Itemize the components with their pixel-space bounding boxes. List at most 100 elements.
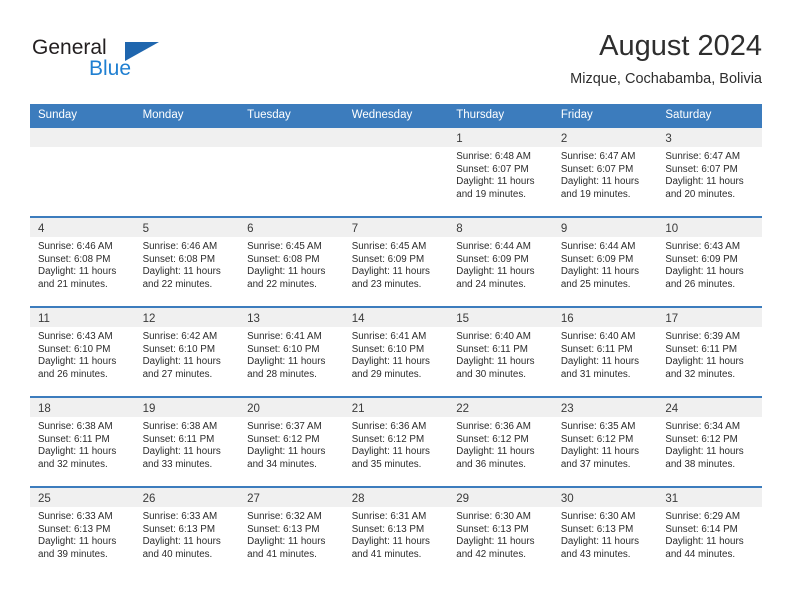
day-details: Sunrise: 6:41 AM Sunset: 6:10 PM Daylight:…	[239, 327, 344, 381]
daylight-text-line1: Daylight: 11 hours	[38, 446, 117, 458]
daylight-text-line1: Daylight: 11 hours	[456, 536, 535, 548]
sunset-text: Sunset: 6:13 PM	[351, 523, 425, 535]
title-block: August 2024 Mizque, Cochabamba, Bolivia	[570, 28, 762, 90]
calendar-day-cell[interactable]: 12 Sunrise: 6:42 AM Sunset: 6:10 PM Dayligh…	[134, 306, 240, 397]
sunset-text: Sunset: 6:08 PM	[38, 253, 111, 265]
calendar-day-cell[interactable]: 7 Sunrise: 6:45 AM Sunset: 6:09 PM Daylight…	[343, 216, 449, 307]
daylight-text-line1: Daylight: 11 hours	[38, 356, 117, 368]
daylight-text-line2: and 22 minutes.	[247, 278, 317, 290]
calendar-day-cell[interactable]: 28 Sunrise: 6:31 AM Sunset: 6:13 PM Dayligh…	[343, 486, 449, 576]
calendar-day-cell[interactable]: 16 Sunrise: 6:40 AM Sunset: 6:11 PM Dayligh…	[552, 306, 658, 397]
daylight-text-line1: Daylight: 11 hours	[247, 356, 326, 368]
day-number-band: 31	[657, 488, 762, 507]
day-number-band: 16	[552, 308, 658, 327]
daylight-text-line1: Daylight: 11 hours	[560, 536, 640, 548]
weekday-header-row: Sunday Monday Tuesday Wednesday Thursday…	[30, 104, 762, 127]
day-number: 11	[38, 313, 50, 325]
daylight-text-line2: and 42 minutes.	[456, 548, 526, 560]
calendar-day-cell[interactable]: 3 Sunrise: 6:47 AM Sunset: 6:07 PM Daylight…	[657, 126, 762, 217]
daylight-text-line1: Daylight: 11 hours	[351, 266, 430, 278]
day-number-band: 29	[448, 488, 553, 507]
calendar-day-cell[interactable]: 8 Sunrise: 6:44 AM Sunset: 6:09 PM Daylight…	[448, 216, 553, 307]
calendar-page: General Blue August 2024 Mizque, Cochaba…	[0, 0, 792, 612]
day-details: Sunrise: 6:45 AM Sunset: 6:08 PM Daylight:…	[239, 237, 344, 291]
daylight-text-line2: and 23 minutes.	[351, 278, 422, 290]
calendar-day-cell[interactable]: 31 Sunrise: 6:29 AM Sunset: 6:14 PM Dayligh…	[657, 486, 762, 576]
calendar-day-cell[interactable]: 26 Sunrise: 6:33 AM Sunset: 6:13 PM Dayligh…	[134, 486, 240, 576]
day-details: Sunrise: 6:48 AM Sunset: 6:07 PM Daylight:…	[448, 147, 553, 201]
sunset-text: Sunset: 6:07 PM	[456, 163, 529, 175]
calendar-day-cell[interactable]: 20 Sunrise: 6:37 AM Sunset: 6:12 PM Dayligh…	[239, 396, 344, 487]
calendar-day-cell[interactable]: 22 Sunrise: 6:36 AM Sunset: 6:12 PM Dayligh…	[448, 396, 553, 487]
sunrise-text: Sunrise: 6:39 AM	[665, 331, 740, 342]
calendar-day-cell[interactable]: 18 Sunrise: 6:38 AM Sunset: 6:11 PM Dayligh…	[30, 396, 135, 487]
daylight-text-line1: Daylight: 11 hours	[456, 356, 535, 368]
logo-text-blue: Blue	[89, 57, 132, 80]
calendar-day-cell-empty	[30, 126, 135, 217]
day-number-band: 21	[343, 398, 449, 417]
sunset-text: Sunset: 6:11 PM	[456, 343, 528, 355]
day-number-band: 14	[343, 308, 449, 327]
calendar-day-cell[interactable]: 10 Sunrise: 6:43 AM Sunset: 6:09 PM Dayligh…	[657, 216, 762, 307]
calendar-day-cell[interactable]: 17 Sunrise: 6:39 AM Sunset: 6:11 PM Dayligh…	[657, 306, 762, 397]
calendar-day-cell[interactable]: 4 Sunrise: 6:46 AM Sunset: 6:08 PM Daylight…	[30, 216, 135, 307]
day-details: Sunrise: 6:30 AM Sunset: 6:13 PM Daylight:…	[448, 507, 553, 561]
daylight-text-line1: Daylight: 11 hours	[665, 446, 744, 458]
day-details: Sunrise: 6:29 AM Sunset: 6:14 PM Daylight:…	[657, 507, 762, 561]
day-number: 21	[351, 403, 365, 415]
day-number-band: 26	[134, 488, 240, 507]
calendar-day-cell[interactable]: 30 Sunrise: 6:30 AM Sunset: 6:13 PM Dayligh…	[552, 486, 658, 576]
calendar-day-cell[interactable]: 11 Sunrise: 6:43 AM Sunset: 6:10 PM Dayligh…	[30, 306, 135, 397]
calendar-day-cell[interactable]: 15 Sunrise: 6:40 AM Sunset: 6:11 PM Dayligh…	[448, 306, 553, 397]
calendar-week-row: 4 Sunrise: 6:46 AM Sunset: 6:08 PM Daylight…	[30, 216, 762, 307]
calendar-day-cell[interactable]: 14 Sunrise: 6:41 AM Sunset: 6:10 PM Dayligh…	[343, 306, 449, 397]
calendar-week-row: 1 Sunrise: 6:48 AM Sunset: 6:07 PM Daylight…	[30, 126, 762, 217]
calendar-day-cell[interactable]: 19 Sunrise: 6:38 AM Sunset: 6:11 PM Dayligh…	[134, 396, 240, 487]
calendar-day-cell[interactable]: 6 Sunrise: 6:45 AM Sunset: 6:08 PM Daylight…	[239, 216, 344, 307]
day-number: 8	[456, 223, 463, 235]
calendar-day-cell[interactable]: 13 Sunrise: 6:41 AM Sunset: 6:10 PM Dayligh…	[239, 306, 344, 397]
day-number-band: 1	[448, 128, 553, 147]
sunset-text: Sunset: 6:13 PM	[247, 523, 320, 535]
calendar-day-cell[interactable]: 5 Sunrise: 6:46 AM Sunset: 6:08 PM Daylight…	[134, 216, 240, 307]
daylight-text-line2: and 41 minutes.	[351, 548, 422, 560]
day-details: Sunrise: 6:47 AM Sunset: 6:07 PM Daylight:…	[553, 147, 658, 201]
day-number-band: 24	[657, 398, 762, 417]
calendar-day-cell[interactable]: 9 Sunrise: 6:44 AM Sunset: 6:09 PM Daylight…	[552, 216, 658, 307]
day-details: Sunrise: 6:33 AM Sunset: 6:13 PM Daylight:…	[135, 507, 240, 561]
sunrise-text: Sunrise: 6:47 AM	[560, 151, 636, 162]
calendar-day-cell[interactable]: 21 Sunrise: 6:36 AM Sunset: 6:12 PM Dayligh…	[343, 396, 449, 487]
sunrise-text: Sunrise: 6:35 AM	[560, 421, 636, 432]
sunset-text: Sunset: 6:11 PM	[560, 343, 633, 355]
calendar-day-cell[interactable]: 2 Sunrise: 6:47 AM Sunset: 6:07 PM Daylight…	[552, 126, 658, 217]
day-number-band: 13	[239, 308, 344, 327]
calendar-day-cell[interactable]: 23 Sunrise: 6:35 AM Sunset: 6:12 PM Dayligh…	[552, 396, 658, 487]
day-number: 30	[560, 493, 574, 505]
calendar-day-cell[interactable]: 29 Sunrise: 6:30 AM Sunset: 6:13 PM Dayligh…	[448, 486, 553, 576]
day-details: Sunrise: 6:36 AM Sunset: 6:12 PM Daylight:…	[448, 417, 553, 471]
daylight-text-line1: Daylight: 11 hours	[456, 176, 535, 188]
day-number-band: 15	[448, 308, 553, 327]
sunrise-text: Sunrise: 6:41 AM	[351, 331, 427, 342]
calendar-day-cell[interactable]: 27 Sunrise: 6:32 AM Sunset: 6:13 PM Dayligh…	[239, 486, 344, 576]
day-details: Sunrise: 6:40 AM Sunset: 6:11 PM Daylight:…	[448, 327, 553, 381]
calendar-day-cell[interactable]: 24 Sunrise: 6:34 AM Sunset: 6:12 PM Dayligh…	[657, 396, 762, 487]
daylight-text-line1: Daylight: 11 hours	[351, 446, 430, 458]
day-number-band: 20	[239, 398, 344, 417]
day-details: Sunrise: 6:30 AM Sunset: 6:13 PM Daylight:…	[553, 507, 658, 561]
day-details: Sunrise: 6:37 AM Sunset: 6:12 PM Daylight:…	[239, 417, 344, 471]
day-number: 7	[351, 223, 359, 235]
day-details: Sunrise: 6:46 AM Sunset: 6:08 PM Daylight:…	[30, 237, 135, 291]
daylight-text-line2: and 29 minutes.	[351, 368, 422, 380]
weekday-header-sunday: Sunday	[30, 104, 135, 127]
calendar-week-row: 11 Sunrise: 6:43 AM Sunset: 6:10 PM Dayligh…	[30, 306, 762, 397]
weekday-header-thursday: Thursday	[448, 104, 553, 127]
calendar-day-cell[interactable]: 25 Sunrise: 6:33 AM Sunset: 6:13 PM Dayligh…	[30, 486, 135, 576]
calendar-day-cell[interactable]: 1 Sunrise: 6:48 AM Sunset: 6:07 PM Daylight…	[448, 126, 553, 217]
daylight-text-line1: Daylight: 11 hours	[456, 266, 535, 278]
sunrise-text: Sunrise: 6:37 AM	[247, 421, 322, 432]
daylight-text-line2: and 35 minutes.	[351, 458, 422, 470]
day-details: Sunrise: 6:47 AM Sunset: 6:07 PM Daylight:…	[657, 147, 762, 201]
day-number: 17	[665, 313, 679, 325]
sunrise-text: Sunrise: 6:30 AM	[456, 511, 531, 522]
